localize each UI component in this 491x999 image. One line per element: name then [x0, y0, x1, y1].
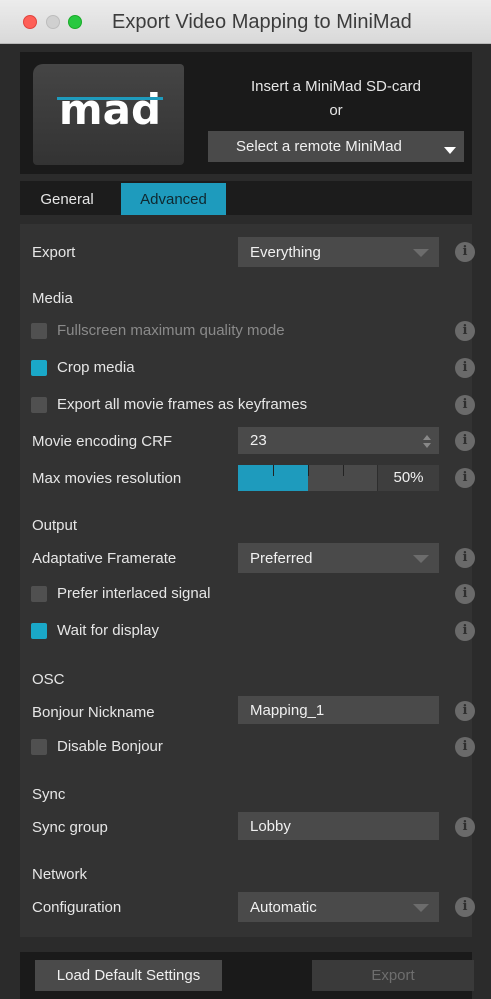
chevron-down-icon: [413, 904, 429, 912]
wait-for-display-checkbox[interactable]: [31, 623, 47, 639]
slider-tick: [343, 465, 344, 476]
stepper-down-icon[interactable]: [423, 443, 431, 448]
stepper-up-icon[interactable]: [423, 435, 431, 440]
configuration-select[interactable]: Automatic: [238, 892, 439, 922]
info-icon[interactable]: i: [455, 817, 475, 837]
slider-tick: [273, 465, 274, 476]
info-icon[interactable]: i: [455, 321, 475, 341]
max-resolution-value: 50%: [377, 465, 439, 491]
export-select-value: Everything: [250, 244, 321, 261]
adaptive-framerate-select[interactable]: Preferred: [238, 543, 439, 573]
info-icon[interactable]: i: [455, 358, 475, 378]
info-icon[interactable]: i: [455, 395, 475, 415]
prefer-interlaced-checkbox[interactable]: [31, 586, 47, 602]
export-keyframes-label: Export all movie frames as keyframes: [57, 396, 308, 413]
slider-tick: [308, 465, 309, 476]
title-bar: Export Video Mapping to MiniMad: [0, 0, 491, 44]
close-window-button[interactable]: [23, 15, 37, 29]
info-icon[interactable]: i: [455, 737, 475, 757]
osc-section-heading: OSC: [32, 671, 65, 688]
crop-media-label: Crop media: [57, 359, 135, 376]
info-icon[interactable]: i: [455, 621, 475, 641]
chevron-down-icon: [413, 249, 429, 257]
movie-crf-value: 23: [250, 432, 267, 449]
sync-section-heading: Sync: [32, 786, 66, 803]
remote-minimad-select-label: Select a remote MiniMad: [236, 138, 402, 155]
bonjour-nickname-input[interactable]: Mapping_1: [238, 696, 439, 724]
sync-group-input[interactable]: Lobby: [238, 812, 439, 840]
load-default-settings-button[interactable]: Load Default Settings: [35, 960, 222, 991]
sync-group-label: Sync group: [32, 819, 108, 836]
remote-minimad-select[interactable]: Select a remote MiniMad: [208, 131, 464, 162]
or-text: or: [329, 102, 343, 119]
bonjour-nickname-value: Mapping_1: [250, 702, 325, 719]
max-resolution-slider[interactable]: 50%: [238, 465, 439, 491]
adaptive-framerate-value: Preferred: [250, 550, 313, 567]
media-section-heading: Media: [32, 290, 73, 307]
movie-crf-stepper[interactable]: 23: [238, 427, 439, 454]
window-title: Export Video Mapping to MiniMad: [112, 11, 412, 33]
crop-media-checkbox[interactable]: [31, 360, 47, 376]
chevron-down-icon: [413, 555, 429, 563]
sync-group-value: Lobby: [250, 818, 291, 835]
tab-advanced[interactable]: Advanced: [121, 183, 226, 215]
info-icon[interactable]: i: [455, 701, 475, 721]
insert-sd-card-text: Insert a MiniMad SD-card: [250, 78, 422, 95]
export-keyframes-checkbox[interactable]: [31, 397, 47, 413]
adaptive-framerate-label: Adaptative Framerate: [32, 550, 177, 567]
fullscreen-quality-label: Fullscreen maximum quality mode: [57, 322, 285, 339]
export-button[interactable]: Export: [312, 960, 474, 991]
sd-card-logo-icon: mad: [33, 64, 184, 165]
bonjour-nickname-label: Bonjour Nickname: [32, 704, 155, 721]
network-section-heading: Network: [32, 866, 88, 883]
info-icon[interactable]: i: [455, 548, 475, 568]
info-icon[interactable]: i: [455, 897, 475, 917]
movie-crf-label: Movie encoding CRF: [32, 433, 173, 450]
minimize-window-button[interactable]: [46, 15, 60, 29]
tab-general[interactable]: General: [20, 183, 114, 215]
info-icon[interactable]: i: [455, 242, 475, 262]
info-icon[interactable]: i: [455, 468, 475, 488]
max-resolution-label: Max movies resolution: [32, 470, 182, 487]
export-label: Export: [32, 244, 76, 261]
chevron-down-icon: [444, 147, 456, 154]
logo-text: mad: [59, 86, 161, 134]
output-section-heading: Output: [32, 517, 78, 534]
maximize-window-button[interactable]: [68, 15, 82, 29]
prefer-interlaced-label: Prefer interlaced signal: [57, 585, 211, 602]
disable-bonjour-label: Disable Bonjour: [57, 738, 163, 755]
disable-bonjour-checkbox[interactable]: [31, 739, 47, 755]
fullscreen-quality-checkbox[interactable]: [31, 323, 47, 339]
info-icon[interactable]: i: [455, 431, 475, 451]
configuration-value: Automatic: [250, 899, 317, 916]
export-select[interactable]: Everything: [238, 237, 439, 267]
wait-for-display-label: Wait for display: [57, 622, 159, 639]
info-icon[interactable]: i: [455, 584, 475, 604]
configuration-label: Configuration: [32, 899, 122, 916]
